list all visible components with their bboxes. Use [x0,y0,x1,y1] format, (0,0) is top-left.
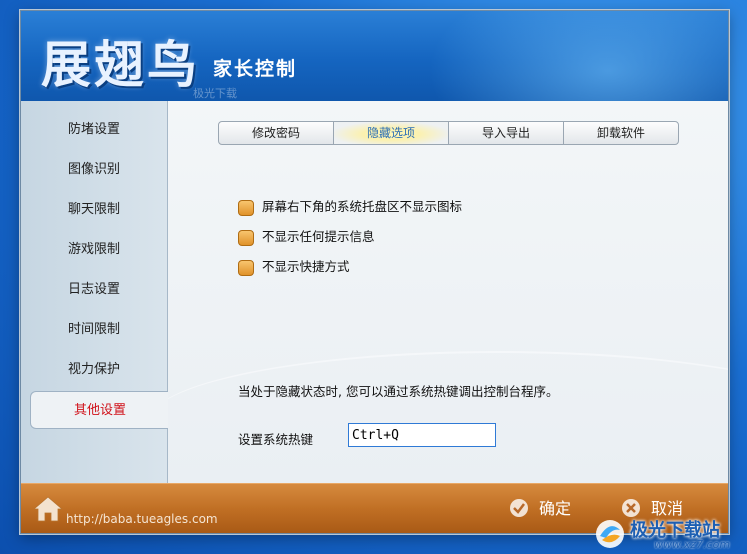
sidebar-item-game-limit[interactable]: 游戏限制 [21,231,167,269]
sidebar-item-label: 日志设置 [67,282,120,297]
sidebar-item-label: 视力保护 [67,362,120,377]
option-hide-shortcuts: 不显示快捷方式 [238,257,350,277]
app-window: 展翅鸟 家长控制 极光下载 防堵设置 图像识别 聊天限制 游戏限制 日志设置 时… [20,10,729,534]
sidebar-item-label: 图像识别 [67,162,120,177]
header-glow [428,11,728,101]
check-icon [510,498,528,517]
confirm-button[interactable]: 确定 [509,496,571,522]
checkbox-hide-shortcuts[interactable] [238,259,254,276]
watermark-url: www.xz7.com [654,538,731,551]
sidebar-item-label: 聊天限制 [67,202,120,217]
sidebar-item-label: 防堵设置 [67,122,120,137]
logo-title: 展翅鸟 [41,36,200,94]
tab-hide-options[interactable]: 隐藏选项 [333,121,449,145]
app-header: 展翅鸟 家长控制 极光下载 [21,11,728,101]
home-icon[interactable] [33,496,63,522]
close-icon [622,498,640,517]
option-label: 不显示任何提示信息 [262,229,375,244]
confirm-label: 确定 [539,499,572,518]
hotkey-label: 设置系统热键 [238,432,314,447]
sidebar-item-image-recognition[interactable]: 图像识别 [21,151,167,189]
option-hide-notifications: 不显示任何提示信息 [238,227,375,247]
checkbox-hide-notifications[interactable] [238,229,254,246]
content-panel: 修改密码 隐藏选项 导入导出 卸载软件 屏幕右下角的系统托盘区不显示图标 不显示… [168,101,728,483]
sidebar-item-anti-block[interactable]: 防堵设置 [21,111,167,149]
sidebar-item-other-settings[interactable]: 其他设置 [30,391,168,429]
sidebar-item-label: 游戏限制 [67,242,120,257]
header-watermark: 极光下载 [193,87,237,100]
sidebar-item-log-settings[interactable]: 日志设置 [21,271,167,309]
tab-uninstall[interactable]: 卸载软件 [563,121,679,145]
sidebar: 防堵设置 图像识别 聊天限制 游戏限制 日志设置 时间限制 视力保护 其他设置 [21,101,168,483]
tab-bar: 修改密码 隐藏选项 导入导出 卸载软件 [218,121,679,145]
sidebar-item-chat-limit[interactable]: 聊天限制 [21,191,167,229]
tab-change-password[interactable]: 修改密码 [218,121,334,145]
option-label: 屏幕右下角的系统托盘区不显示图标 [262,199,463,214]
watermark-logo: 极光下载站 www.xz7.com [592,516,747,554]
decorative-swoosh [168,351,728,483]
tab-import-export[interactable]: 导入导出 [448,121,564,145]
logo-subtitle: 家长控制 [213,58,298,80]
hidden-state-info: 当处于隐藏状态时, 您可以通过系统热键调出控制台程序。 [238,384,559,399]
sidebar-item-label: 时间限制 [67,322,120,337]
aurora-logo-icon [596,520,624,548]
hotkey-input[interactable] [348,423,496,447]
option-label: 不显示快捷方式 [262,259,350,274]
sidebar-item-vision-protection[interactable]: 视力保护 [21,351,167,389]
option-hide-tray-icon: 屏幕右下角的系统托盘区不显示图标 [238,197,462,217]
website-link[interactable]: http://baba.tueagles.com [66,512,218,526]
sidebar-item-label: 其他设置 [74,403,127,418]
checkbox-hide-tray-icon[interactable] [238,199,254,216]
sidebar-item-time-limit[interactable]: 时间限制 [21,311,167,349]
